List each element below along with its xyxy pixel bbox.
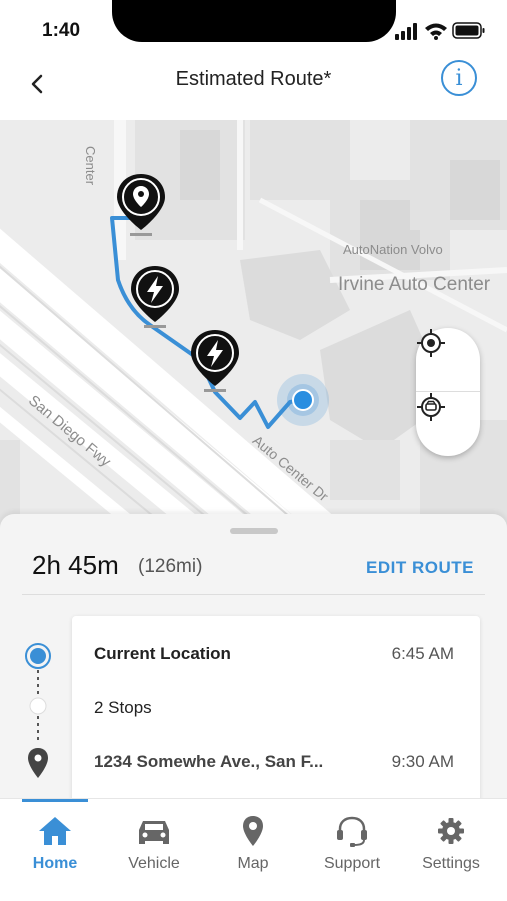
divider: [22, 594, 485, 595]
location-pin-icon[interactable]: [114, 172, 168, 238]
stop-row-destination[interactable]: 1234 Somewhe Ave., San F... 9:30 AM: [94, 752, 454, 772]
gear-icon: [438, 818, 464, 844]
page-title: Estimated Route*: [175, 68, 332, 90]
battery-icon: [452, 22, 485, 39]
charging-bolt-icon[interactable]: [128, 264, 182, 330]
recenter-icon: [417, 329, 445, 357]
info-button[interactable]: i: [441, 60, 477, 96]
nav-map[interactable]: Map: [203, 799, 303, 879]
follow-vehicle-button[interactable]: [416, 392, 480, 456]
route-map[interactable]: Center San Diego Fwy Auto Center Dr Auto…: [0, 120, 507, 530]
follow-vehicle-icon: [417, 393, 445, 421]
status-bar: 1:40: [0, 0, 507, 58]
stop-name: 1234 Somewhe Ave., San F...: [94, 752, 324, 771]
nav-label: Vehicle: [128, 855, 180, 872]
stop-row-count[interactable]: 2 Stops: [94, 698, 454, 718]
recenter-button[interactable]: [416, 328, 480, 392]
map-pin-icon: [243, 816, 263, 846]
edit-route-button[interactable]: EDIT ROUTE: [366, 558, 474, 578]
stop-time: 9:30 AM: [391, 752, 454, 771]
info-icon: i: [455, 65, 463, 91]
nav-home[interactable]: Home: [5, 799, 105, 879]
map-controls: [416, 328, 480, 456]
poi-label-dealer: AutoNation Volvo: [343, 242, 443, 257]
stop-time: 6:45 AM: [391, 644, 454, 663]
route-distance: (126mi): [138, 556, 203, 577]
signal-icon: [395, 23, 417, 40]
app-header: Estimated Route* i: [0, 58, 507, 120]
charging-bolt-icon[interactable]: [188, 328, 242, 394]
stop-name: Current Location: [94, 644, 231, 663]
route-timeline: [25, 643, 51, 778]
car-icon: [139, 821, 169, 844]
nav-support[interactable]: Support: [302, 799, 402, 879]
route-duration: 2h 45m: [32, 550, 119, 580]
nav-vehicle[interactable]: Vehicle: [104, 799, 204, 879]
area-label: Irvine Auto Center: [338, 274, 491, 295]
stops-card[interactable]: Current Location 6:45 AM 2 Stops 1234 So…: [72, 616, 480, 806]
nav-label: Map: [237, 855, 269, 872]
bottom-navigation: Home Vehicle Map Support Settings: [0, 798, 507, 901]
street-label-center: Center: [83, 146, 98, 186]
system-icons: [395, 22, 485, 40]
device-notch: [112, 0, 396, 42]
map-canvas: [0, 120, 507, 530]
wifi-icon: [425, 23, 447, 40]
headset-icon: [337, 816, 367, 847]
stop-row-current[interactable]: Current Location 6:45 AM: [94, 644, 454, 664]
nav-label: Support: [323, 855, 381, 872]
stop-count: 2 Stops: [94, 698, 152, 717]
route-sheet: 2h 45m (126mi) EDIT ROUTE Current Locati…: [0, 514, 507, 806]
home-icon: [39, 817, 71, 845]
nav-label: Home: [32, 855, 78, 872]
nav-settings[interactable]: Settings: [401, 799, 501, 879]
sheet-drag-handle[interactable]: [230, 528, 278, 534]
nav-label: Settings: [422, 855, 480, 872]
status-time: 1:40: [42, 20, 81, 41]
